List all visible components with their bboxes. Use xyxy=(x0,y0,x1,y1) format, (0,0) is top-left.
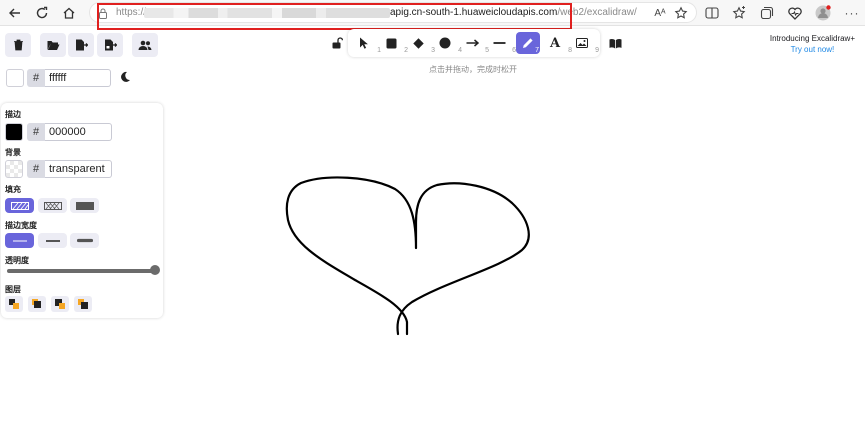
fill-hachure-button[interactable] xyxy=(5,198,34,213)
url-highlight-box xyxy=(97,3,572,30)
ellipse-icon xyxy=(439,37,451,49)
opacity-slider-thumb[interactable] xyxy=(150,265,160,275)
stroke-width-extra-bold-button[interactable] xyxy=(70,233,99,248)
profile-avatar[interactable] xyxy=(814,4,832,22)
dark-mode-toggle[interactable] xyxy=(119,70,131,88)
pencil-icon xyxy=(523,38,533,48)
folder-open-icon xyxy=(47,40,59,50)
file-image-icon xyxy=(104,39,117,51)
canvas-background-input[interactable]: ffffff xyxy=(45,69,111,87)
stroke-hash-label: # xyxy=(27,123,45,141)
solid-fill-icon xyxy=(75,201,94,210)
back-button[interactable] xyxy=(5,3,25,23)
cursor-icon xyxy=(360,37,368,49)
read-aloud-icon[interactable]: Aᴬ xyxy=(651,4,669,22)
collaboration-button[interactable] xyxy=(132,33,158,57)
book-open-icon xyxy=(609,38,621,48)
tool-selection[interactable]: 1 xyxy=(352,32,381,54)
hash-label: # xyxy=(27,69,45,87)
cross-hatch-fill-icon xyxy=(43,201,62,210)
favorite-add-icon[interactable] xyxy=(672,4,690,22)
fill-cross-hatch-button[interactable] xyxy=(38,198,67,213)
stroke-width-thin-button[interactable] xyxy=(5,233,34,248)
tool-text[interactable]: A 8 xyxy=(543,32,572,55)
diamond-icon xyxy=(412,37,424,49)
properties-panel: 描边 # 000000 背景 # transparent 填充 描边宽度 透明度… xyxy=(1,103,163,318)
tool-lock-button[interactable] xyxy=(327,33,347,53)
reload-button[interactable] xyxy=(32,3,52,23)
back-arrow-icon xyxy=(9,8,20,18)
unlock-icon xyxy=(332,37,343,49)
send-to-back-button[interactable] xyxy=(5,296,23,312)
background-hash-label: # xyxy=(27,160,45,178)
save-button[interactable] xyxy=(68,33,94,57)
bold-line-icon xyxy=(45,239,60,242)
line-icon xyxy=(493,42,505,44)
tool-rectangle[interactable]: 2 xyxy=(379,32,408,54)
opacity-label: 透明度 xyxy=(5,256,29,265)
bring-forward-icon xyxy=(55,299,65,309)
background-color-input[interactable]: transparent xyxy=(45,160,112,178)
bring-forward-button[interactable] xyxy=(51,296,69,312)
thin-line-icon xyxy=(12,240,27,241)
home-icon xyxy=(63,7,75,19)
tool-diamond[interactable]: 3 xyxy=(406,32,435,54)
opacity-slider[interactable] xyxy=(7,269,155,273)
tool-line[interactable]: 6 xyxy=(487,32,516,54)
background-label: 背景 xyxy=(5,148,21,157)
collections-icon[interactable] xyxy=(758,4,776,22)
bring-to-front-icon xyxy=(78,299,88,309)
tool-shortcut: 9 xyxy=(595,47,599,54)
stroke-color-swatch[interactable] xyxy=(5,123,23,141)
fill-label: 填充 xyxy=(5,185,21,194)
canvas-actions: # ffffff xyxy=(0,26,163,94)
promo-link[interactable]: Try out now! xyxy=(770,44,855,55)
fill-solid-button[interactable] xyxy=(70,198,99,213)
canvas-background-swatch[interactable] xyxy=(6,69,24,87)
home-button[interactable] xyxy=(59,3,79,23)
tool-shortcut: 7 xyxy=(535,47,539,54)
send-backward-icon xyxy=(32,299,41,308)
hachure-fill-icon xyxy=(10,201,29,210)
tool-arrow[interactable]: 5 xyxy=(460,32,489,54)
split-screen-icon[interactable] xyxy=(703,4,721,22)
background-color-swatch[interactable] xyxy=(5,160,23,178)
file-export-icon xyxy=(75,39,88,51)
trash-icon xyxy=(13,39,23,51)
tool-ellipse[interactable]: 4 xyxy=(433,32,462,54)
send-to-back-icon xyxy=(9,299,19,309)
reload-icon xyxy=(36,6,48,19)
favorites-icon[interactable] xyxy=(730,4,748,22)
clear-canvas-button[interactable] xyxy=(5,33,31,57)
browser-essentials-icon[interactable] xyxy=(786,4,804,22)
bring-to-front-button[interactable] xyxy=(74,296,92,312)
library-button[interactable] xyxy=(605,33,625,53)
image-icon xyxy=(576,38,588,48)
stroke-width-label: 描边宽度 xyxy=(5,221,37,230)
promo-title: Introducing Excalidraw+ xyxy=(769,34,855,43)
arrow-icon xyxy=(466,39,479,47)
tool-freedraw[interactable]: 7 xyxy=(516,32,540,54)
text-tool-icon: A xyxy=(549,35,561,51)
rectangle-icon xyxy=(386,38,396,48)
send-backward-button[interactable] xyxy=(28,296,46,312)
tool-image[interactable]: 9 xyxy=(570,32,599,54)
freedraw-hint: 点击并拖动，完成时松开 xyxy=(429,65,517,74)
stroke-width-bold-button[interactable] xyxy=(38,233,67,248)
moon-icon xyxy=(121,71,130,82)
users-icon xyxy=(138,40,152,50)
layers-label: 图层 xyxy=(5,285,21,294)
export-image-button[interactable] xyxy=(97,33,123,57)
open-button[interactable] xyxy=(40,33,66,57)
stroke-label: 描边 xyxy=(5,110,21,119)
more-menu-icon[interactable]: ··· xyxy=(843,4,861,22)
stroke-color-input[interactable]: 000000 xyxy=(45,123,112,141)
freehand-heart-stroke[interactable] xyxy=(285,176,530,336)
shape-toolbar: 1 2 3 4 5 6 7 A 8 9 xyxy=(348,29,600,57)
excalidraw-plus-promo[interactable]: Introducing Excalidraw+ Try out now! xyxy=(770,33,855,55)
extra-bold-line-icon xyxy=(76,238,93,243)
